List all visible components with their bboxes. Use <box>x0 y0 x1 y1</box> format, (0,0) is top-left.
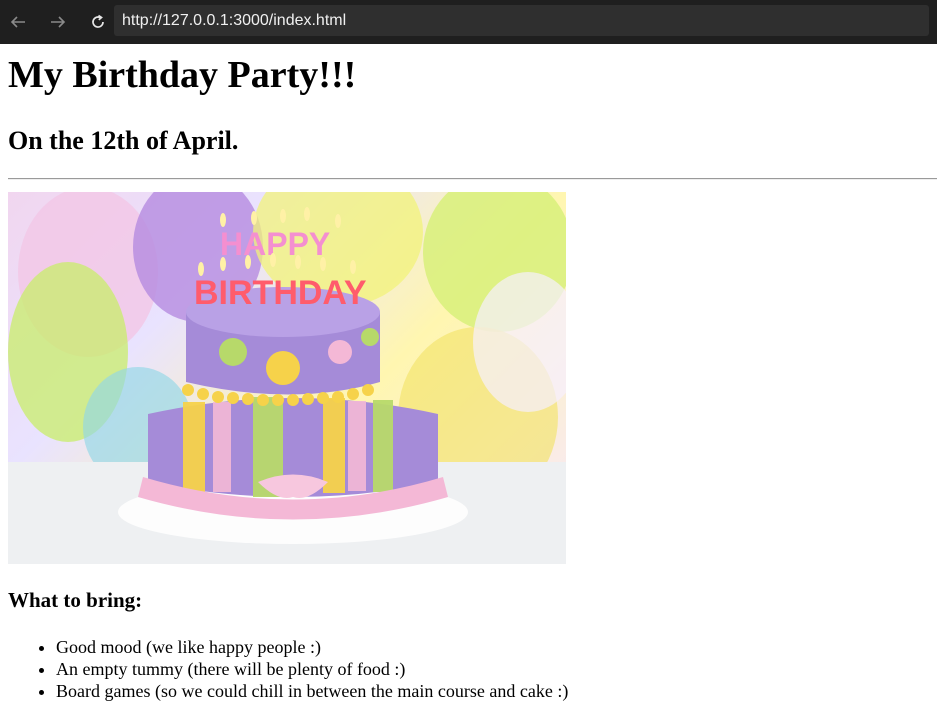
cake-illustration: HAPPY BIRTHDAY <box>8 192 566 564</box>
browser-toolbar: http://127.0.0.1:3000/index.html <box>0 0 937 44</box>
list-item: Good mood (we like happy people :) <box>56 636 568 658</box>
party-date: On the 12th of April. <box>8 126 239 155</box>
arrow-left-icon <box>10 16 25 28</box>
birthday-cake-image: HAPPY BIRTHDAY <box>8 192 566 564</box>
url-text[interactable]: http://127.0.0.1:3000/index.html <box>122 12 346 30</box>
bring-list: Good mood (we like happy people :) An em… <box>8 636 568 702</box>
list-item: An empty tummy (there will be plenty of … <box>56 658 568 680</box>
cake-text-birthday: BIRTHDAY <box>194 274 367 312</box>
forward-button[interactable] <box>42 6 74 38</box>
reload-button[interactable] <box>82 6 114 38</box>
list-item: Board games (so we could chill in betwee… <box>56 680 568 702</box>
divider <box>8 178 937 180</box>
reload-icon <box>92 14 104 28</box>
page-title: My Birthday Party!!! <box>8 54 357 96</box>
arrow-right-icon <box>51 16 66 28</box>
what-to-bring-heading: What to bring: <box>8 588 143 612</box>
back-button[interactable] <box>2 6 34 38</box>
address-bar[interactable]: http://127.0.0.1:3000/index.html <box>114 5 929 36</box>
